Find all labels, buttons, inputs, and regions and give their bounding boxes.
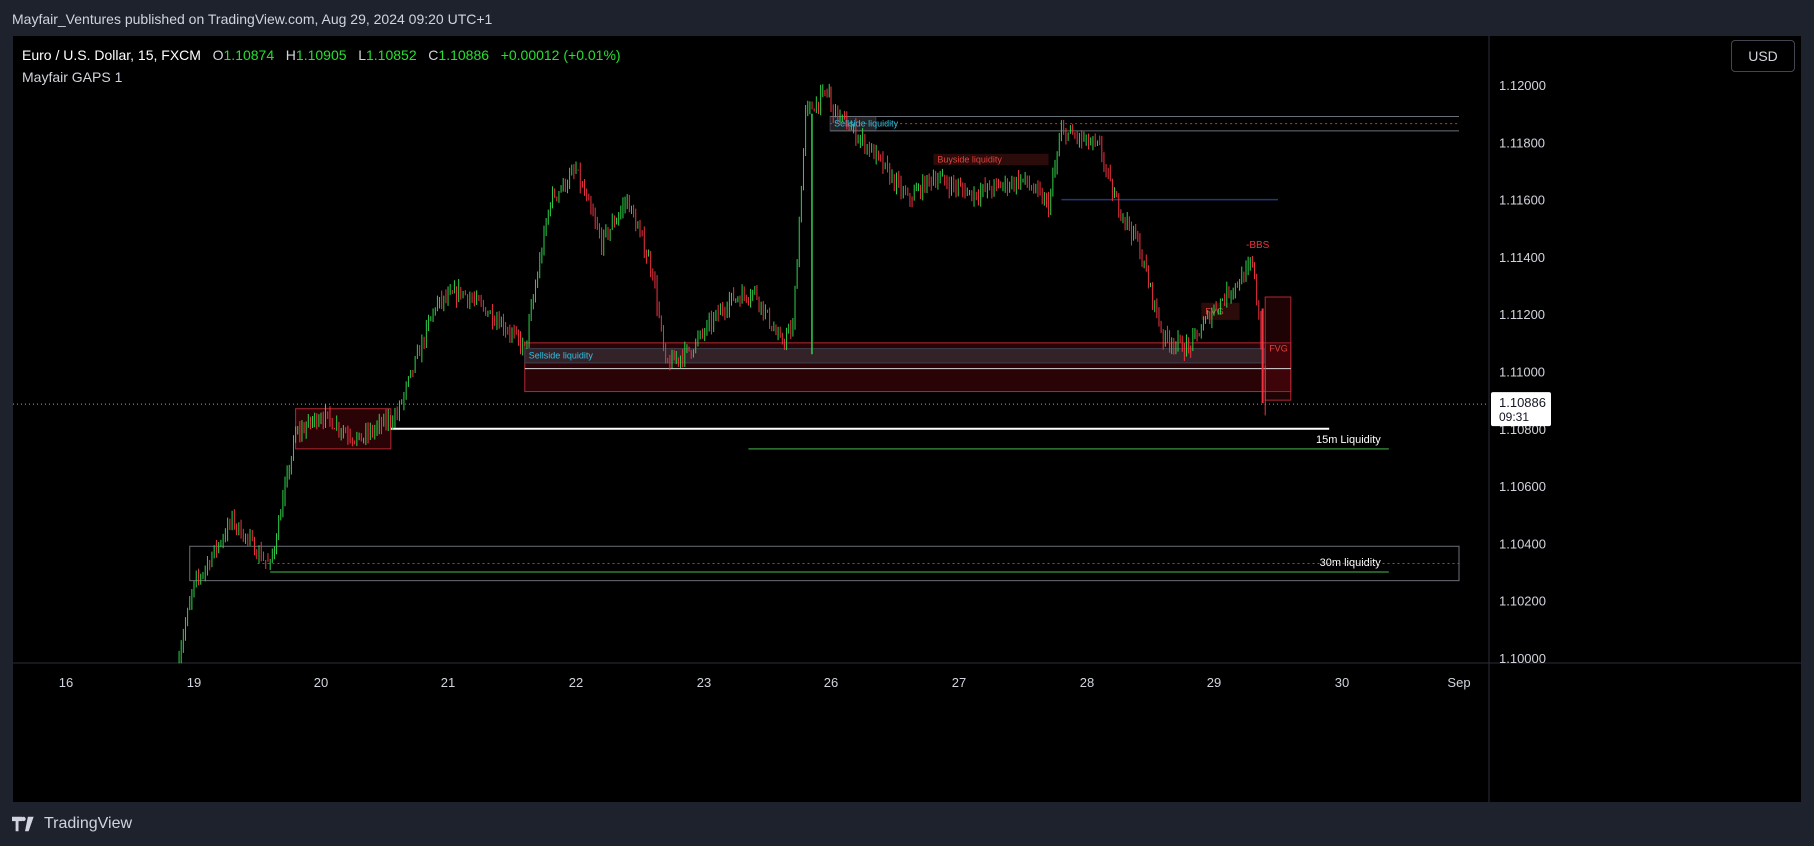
y-tick-label-2: 1.11600 xyxy=(1499,193,1545,208)
zone-2 xyxy=(524,348,1266,364)
x-tick-label-2: 20 xyxy=(314,675,328,690)
last-price-label: 1.10886 xyxy=(1499,395,1546,410)
last-candle xyxy=(1261,308,1264,404)
annotation-0: -BBS xyxy=(1246,240,1270,251)
brand-name: TradingView xyxy=(44,815,133,832)
y-tick-label-1: 1.11800 xyxy=(1499,135,1545,150)
open-value: 1.10874 xyxy=(223,47,275,63)
indicator-title[interactable]: Mayfair GAPS 1 xyxy=(22,69,122,85)
x-tick-label-9: 29 xyxy=(1207,675,1221,690)
chart-pane[interactable]: Sellside liquidity Sellside liquidity Buys… xyxy=(13,36,1801,802)
ohlc-row: Euro / U.S. Dollar, 15, FXCM O1.10874 H1… xyxy=(22,44,621,66)
level-label-6: 15m Liquidity xyxy=(1316,434,1381,446)
x-tick-label-8: 28 xyxy=(1080,675,1094,690)
x-tick-label-11: Sep xyxy=(1447,675,1470,690)
countdown-label: 09:31 xyxy=(1499,410,1529,424)
zone-label-2: Sellside liquidity xyxy=(529,351,594,361)
zone-label-4: Buyside liquidity xyxy=(937,154,1002,164)
y-tick-label-7: 1.10600 xyxy=(1499,479,1546,494)
tradingview-logo-icon xyxy=(12,816,34,832)
open-label: O xyxy=(212,47,224,63)
y-tick-label-9: 1.10200 xyxy=(1499,594,1546,609)
x-tick-label-7: 27 xyxy=(952,675,966,690)
x-tick-label-1: 19 xyxy=(187,675,201,690)
symbol-title[interactable]: Euro / U.S. Dollar, 15, FXCM xyxy=(22,47,201,63)
footer-bar xyxy=(0,802,1814,846)
currency-button[interactable]: USD xyxy=(1731,40,1795,72)
y-tick-label-8: 1.10400 xyxy=(1499,536,1546,551)
y-tick-label-3: 1.11400 xyxy=(1499,250,1545,265)
y-tick-label-10: 1.10000 xyxy=(1499,651,1546,666)
change-value: +0.00012 (+0.01%) xyxy=(500,47,621,63)
publisher-line: Mayfair_Ventures published on TradingVie… xyxy=(12,11,493,27)
y-tick-label-5: 1.11000 xyxy=(1499,365,1545,380)
x-tick-label-4: 22 xyxy=(569,675,583,690)
chart-legend: Euro / U.S. Dollar, 15, FXCM O1.10874 H1… xyxy=(22,44,621,88)
y-tick-label-0: 1.12000 xyxy=(1499,78,1546,93)
close-value: 1.10886 xyxy=(438,47,490,63)
high-label: H xyxy=(285,47,296,63)
x-tick-label-10: 30 xyxy=(1335,675,1349,690)
x-tick-label-0: 16 xyxy=(59,675,73,690)
low-value: 1.10852 xyxy=(366,47,417,63)
x-tick-label-5: 23 xyxy=(697,675,711,690)
indicator-row[interactable]: Mayfair GAPS 1 xyxy=(22,66,621,88)
zone-label-6: FVG xyxy=(1269,344,1288,354)
low-label: L xyxy=(358,47,366,63)
x-tick-label-6: 26 xyxy=(824,675,838,690)
close-label: C xyxy=(428,47,439,63)
y-tick-label-4: 1.11200 xyxy=(1499,307,1545,322)
x-tick-label-3: 21 xyxy=(441,675,455,690)
publisher-bar: Mayfair_Ventures published on TradingVie… xyxy=(0,0,1814,36)
tradingview-brand[interactable]: TradingView xyxy=(12,815,132,833)
price-chart[interactable]: Sellside liquiditySellside liquidityBuys… xyxy=(13,36,1801,802)
high-value: 1.10905 xyxy=(295,47,347,63)
